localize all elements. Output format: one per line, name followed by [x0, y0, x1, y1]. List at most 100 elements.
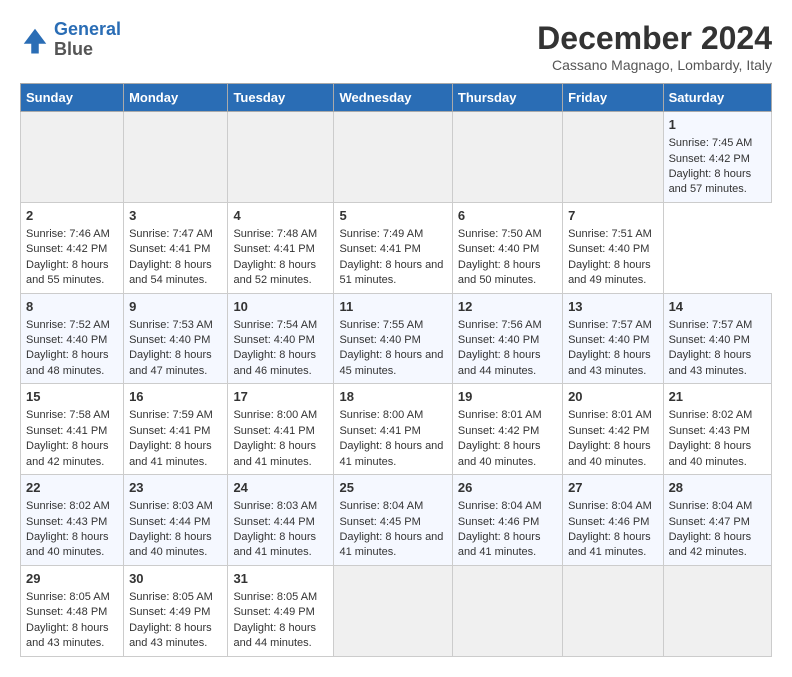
daylight-text: Daylight: 8 hours and 44 minutes. [458, 349, 541, 376]
sunset-text: Sunset: 4:41 PM [26, 425, 107, 437]
day-number: 27 [568, 479, 658, 497]
sunrise-text: Sunrise: 8:01 AM [458, 409, 542, 421]
sunset-text: Sunset: 4:44 PM [233, 516, 314, 528]
calendar-cell: 14Sunrise: 7:57 AMSunset: 4:40 PMDayligh… [663, 293, 771, 384]
sunset-text: Sunset: 4:40 PM [26, 334, 107, 346]
day-number: 17 [233, 388, 328, 406]
sunset-text: Sunset: 4:41 PM [339, 425, 420, 437]
calendar-cell: 9Sunrise: 7:53 AMSunset: 4:40 PMDaylight… [124, 293, 228, 384]
sunrise-text: Sunrise: 8:02 AM [26, 500, 110, 512]
calendar-cell: 6Sunrise: 7:50 AMSunset: 4:40 PMDaylight… [452, 202, 562, 293]
day-number: 6 [458, 207, 557, 225]
logo: General Blue [20, 20, 121, 60]
daylight-text: Daylight: 8 hours and 40 minutes. [568, 440, 651, 467]
calendar-week-row: 29 Sunrise: 8:05 AM Sunset: 4:48 PM Dayligh… [21, 565, 772, 656]
sunrise-text: Sunrise: 8:04 AM [669, 500, 753, 512]
daylight-text: Daylight: 8 hours and 51 minutes. [339, 259, 443, 286]
calendar-cell: 20Sunrise: 8:01 AMSunset: 4:42 PMDayligh… [563, 384, 664, 475]
calendar-cell: 22 Sunrise: 8:02 AM Sunset: 4:43 PM Dayligh… [21, 475, 124, 566]
sunset-text: Sunset: 4:49 PM [233, 606, 314, 618]
calendar-cell: 1Sunrise: 7:45 AMSunset: 4:42 PMDaylight… [663, 112, 771, 203]
day-number: 22 [26, 479, 118, 497]
calendar-cell: 8Sunrise: 7:52 AMSunset: 4:40 PMDaylight… [21, 293, 124, 384]
daylight-text: Daylight: 8 hours and 42 minutes. [669, 531, 752, 558]
daylight-text: Daylight: 8 hours and 42 minutes. [26, 440, 109, 467]
day-number: 28 [669, 479, 766, 497]
day-number: 16 [129, 388, 222, 406]
sunrise-text: Sunrise: 8:00 AM [339, 409, 423, 421]
daylight-text: Daylight: 8 hours and 47 minutes. [129, 349, 212, 376]
day-number: 4 [233, 207, 328, 225]
sunset-text: Sunset: 4:48 PM [26, 606, 107, 618]
calendar-week-row: 8Sunrise: 7:52 AMSunset: 4:40 PMDaylight… [21, 293, 772, 384]
sunset-text: Sunset: 4:41 PM [339, 243, 420, 255]
calendar-cell: 28 Sunrise: 8:04 AM Sunset: 4:47 PM Dayligh… [663, 475, 771, 566]
daylight-text: Daylight: 8 hours and 52 minutes. [233, 259, 316, 286]
sunrise-text: Sunrise: 7:56 AM [458, 319, 542, 331]
daylight-text: Daylight: 8 hours and 43 minutes. [26, 622, 109, 649]
sunset-text: Sunset: 4:40 PM [568, 243, 649, 255]
sunrise-text: Sunrise: 8:00 AM [233, 409, 317, 421]
sunrise-text: Sunrise: 7:45 AM [669, 137, 753, 149]
sunset-text: Sunset: 4:40 PM [568, 334, 649, 346]
calendar-header-sunday: Sunday [21, 84, 124, 112]
calendar-cell [334, 565, 452, 656]
sunset-text: Sunset: 4:40 PM [458, 334, 539, 346]
sunrise-text: Sunrise: 7:51 AM [568, 228, 652, 240]
sunrise-text: Sunrise: 8:04 AM [339, 500, 423, 512]
daylight-text: Daylight: 8 hours and 50 minutes. [458, 259, 541, 286]
sunset-text: Sunset: 4:42 PM [669, 153, 750, 165]
sunset-text: Sunset: 4:40 PM [669, 334, 750, 346]
calendar-table: SundayMondayTuesdayWednesdayThursdayFrid… [20, 83, 772, 657]
sunset-text: Sunset: 4:43 PM [26, 516, 107, 528]
sunset-text: Sunset: 4:40 PM [129, 334, 210, 346]
sunset-text: Sunset: 4:46 PM [568, 516, 649, 528]
day-number: 24 [233, 479, 328, 497]
sunrise-text: Sunrise: 7:52 AM [26, 319, 110, 331]
sunset-text: Sunset: 4:41 PM [233, 243, 314, 255]
calendar-cell [124, 112, 228, 203]
sunrise-text: Sunrise: 8:05 AM [129, 591, 213, 603]
sunrise-text: Sunrise: 7:50 AM [458, 228, 542, 240]
day-number: 2 [26, 207, 118, 225]
sunrise-text: Sunrise: 7:57 AM [568, 319, 652, 331]
sunrise-text: Sunrise: 7:57 AM [669, 319, 753, 331]
page-header: General Blue December 2024 Cassano Magna… [20, 20, 772, 73]
daylight-text: Daylight: 8 hours and 44 minutes. [233, 622, 316, 649]
sunrise-text: Sunrise: 7:49 AM [339, 228, 423, 240]
calendar-cell: 3Sunrise: 7:47 AMSunset: 4:41 PMDaylight… [124, 202, 228, 293]
title-section: December 2024 Cassano Magnago, Lombardy,… [537, 20, 772, 73]
daylight-text: Daylight: 8 hours and 46 minutes. [233, 349, 316, 376]
day-number: 11 [339, 298, 446, 316]
sunrise-text: Sunrise: 8:03 AM [233, 500, 317, 512]
daylight-text: Daylight: 8 hours and 55 minutes. [26, 259, 109, 286]
day-number: 26 [458, 479, 557, 497]
sunset-text: Sunset: 4:47 PM [669, 516, 750, 528]
daylight-text: Daylight: 8 hours and 41 minutes. [233, 440, 316, 467]
calendar-cell [334, 112, 452, 203]
calendar-cell: 18Sunrise: 8:00 AMSunset: 4:41 PMDayligh… [334, 384, 452, 475]
calendar-cell: 25Sunrise: 8:04 AMSunset: 4:45 PMDayligh… [334, 475, 452, 566]
daylight-text: Daylight: 8 hours and 48 minutes. [26, 349, 109, 376]
sunrise-text: Sunrise: 7:53 AM [129, 319, 213, 331]
subtitle: Cassano Magnago, Lombardy, Italy [537, 57, 772, 73]
calendar-cell: 27Sunrise: 8:04 AMSunset: 4:46 PMDayligh… [563, 475, 664, 566]
sunrise-text: Sunrise: 8:01 AM [568, 409, 652, 421]
daylight-text: Daylight: 8 hours and 57 minutes. [669, 168, 752, 195]
day-number: 3 [129, 207, 222, 225]
calendar-cell [452, 565, 562, 656]
daylight-text: Daylight: 8 hours and 40 minutes. [26, 531, 109, 558]
calendar-cell [663, 565, 771, 656]
sunset-text: Sunset: 4:40 PM [339, 334, 420, 346]
sunrise-text: Sunrise: 8:05 AM [233, 591, 317, 603]
sunset-text: Sunset: 4:40 PM [233, 334, 314, 346]
logo-text: General Blue [54, 20, 121, 60]
day-number: 29 [26, 570, 118, 588]
calendar-header-saturday: Saturday [663, 84, 771, 112]
daylight-text: Daylight: 8 hours and 43 minutes. [568, 349, 651, 376]
calendar-cell: 17Sunrise: 8:00 AMSunset: 4:41 PMDayligh… [228, 384, 334, 475]
calendar-cell [563, 565, 664, 656]
calendar-cell [228, 112, 334, 203]
daylight-text: Daylight: 8 hours and 41 minutes. [458, 531, 541, 558]
sunset-text: Sunset: 4:42 PM [26, 243, 107, 255]
